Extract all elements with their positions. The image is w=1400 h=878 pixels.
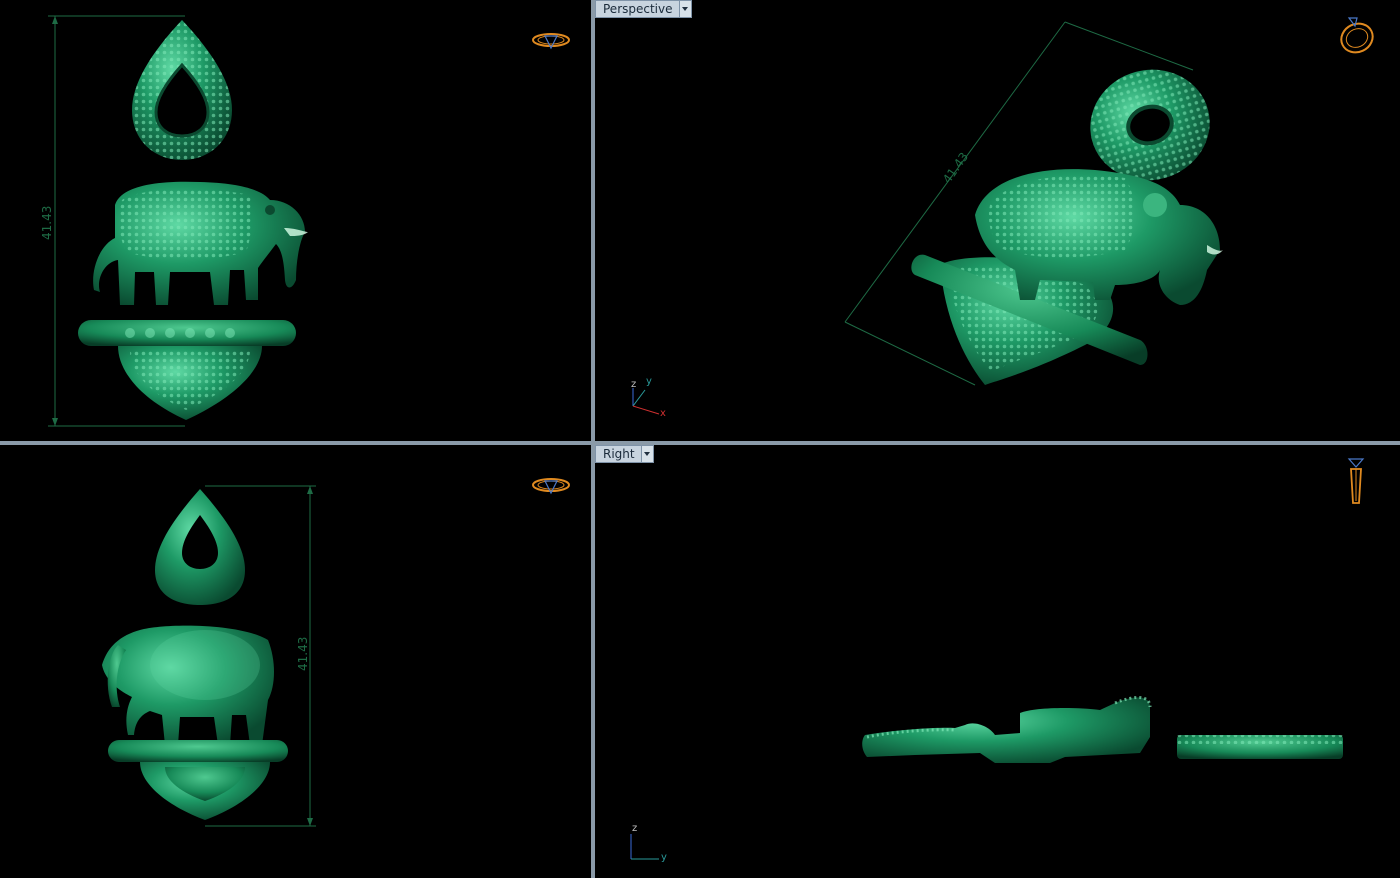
viewport-name[interactable]: Perspective bbox=[596, 1, 679, 17]
viewport-right[interactable]: Right z y bbox=[595, 445, 1400, 878]
gem-ring-nav-icon[interactable] bbox=[531, 473, 571, 497]
dimension-label: 41.43 bbox=[40, 205, 54, 240]
viewport-label-right[interactable]: Right bbox=[595, 445, 654, 463]
model-top-view bbox=[48, 15, 308, 427]
viewport-dropdown-arrow-icon[interactable] bbox=[678, 1, 691, 17]
ring-perspective-nav-icon[interactable] bbox=[1337, 14, 1377, 56]
axis-z-label: z bbox=[632, 823, 638, 834]
axis-x-label: x bbox=[660, 408, 666, 419]
gem-ring-nav-icon[interactable] bbox=[531, 28, 571, 52]
viewport-top-left[interactable]: 41.43 bbox=[0, 0, 591, 441]
viewport-dropdown-arrow-icon[interactable] bbox=[640, 446, 653, 462]
viewport-bottom-left[interactable]: 41.43 bbox=[0, 445, 591, 878]
viewport-label-perspective[interactable]: Perspective bbox=[595, 0, 692, 18]
viewport-perspective[interactable]: Perspective 41.43 z y x bbox=[595, 0, 1400, 441]
model-perspective-view bbox=[844, 21, 1223, 386]
model-right-view bbox=[862, 696, 1343, 763]
axis-z-label: z bbox=[631, 379, 637, 390]
viewport-name[interactable]: Right bbox=[596, 446, 641, 462]
axis-y-label: y bbox=[646, 376, 652, 387]
dimension-label: 41.43 bbox=[296, 636, 310, 671]
axis-y-label: y bbox=[661, 852, 667, 863]
ring-side-nav-icon[interactable] bbox=[1343, 455, 1369, 507]
